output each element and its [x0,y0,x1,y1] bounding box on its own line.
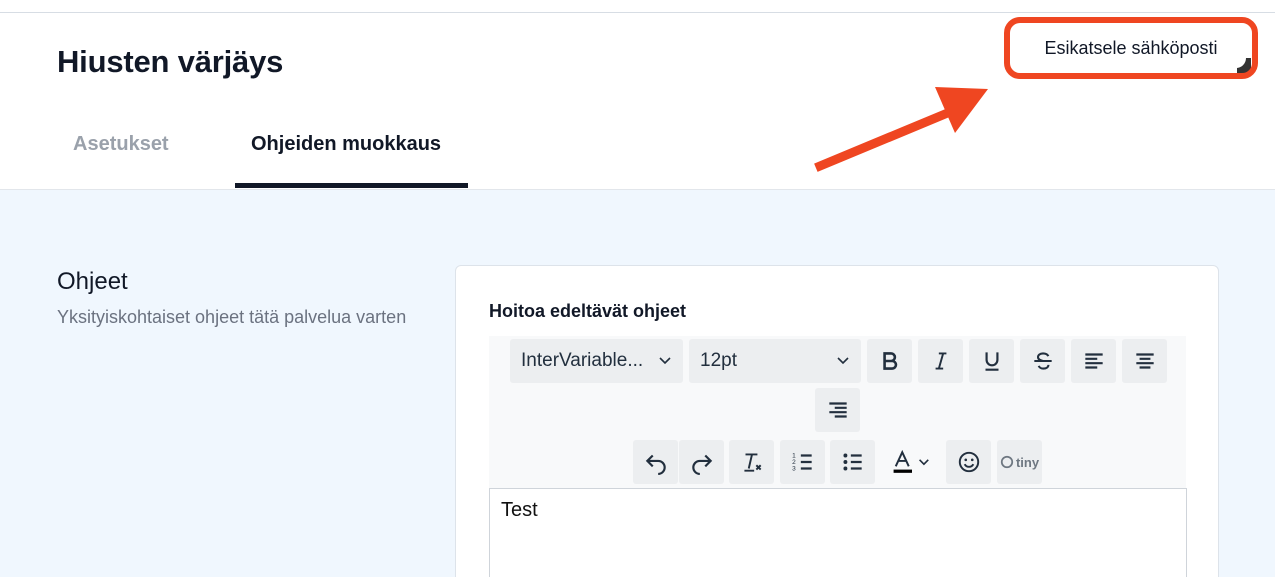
italic-button[interactable] [918,339,963,383]
content-area: Ohjeet Yksityiskohtaiset ohjeet tätä pal… [0,190,1275,577]
instructions-card: Hoitoa edeltävät ohjeet InterVariable...… [455,265,1219,577]
editor-toolbar: InterVariable... 12pt 1 2 3 tiny [489,336,1186,488]
font-family-value: InterVariable... [521,350,644,371]
tiny-logo-icon [1000,455,1014,469]
redo-icon [691,454,712,475]
undo-icon [645,454,666,475]
redo-button[interactable] [679,440,724,484]
chevron-down-icon [837,357,849,365]
text-color-icon [893,449,929,473]
align-left-button[interactable] [1071,339,1116,383]
tab-settings[interactable]: Asetukset [73,133,169,156]
section-title: Ohjeet [57,268,128,295]
bulleted-list-icon [842,453,862,471]
tiny-branding[interactable]: tiny [997,440,1042,484]
bold-icon [882,352,897,370]
editor-content-area[interactable]: Test [489,488,1187,577]
clear-formatting-icon [743,453,761,472]
section-description: Yksityiskohtaiset ohjeet tätä palvelua v… [57,307,407,327]
annotation-arrow-icon [814,87,988,172]
numbered-list-icon: 123 [792,453,812,473]
bulleted-list-button[interactable] [830,440,875,484]
clear-formatting-button[interactable] [729,440,774,484]
active-tab-indicator [235,183,468,188]
text-color-button[interactable] [881,440,943,484]
align-left-icon [1084,353,1103,369]
numbered-list-button[interactable]: 123 [780,440,825,484]
tiny-branding-label: tiny [1015,454,1040,470]
font-family-select[interactable]: InterVariable... [510,339,683,383]
emoji-button[interactable] [946,440,991,484]
align-right-button[interactable] [815,388,860,432]
align-right-icon [828,402,847,418]
underline-icon [985,352,998,371]
svg-text:3: 3 [792,466,796,473]
strikethrough-icon [1033,352,1052,370]
align-center-button[interactable] [1122,339,1167,383]
font-size-select[interactable]: 12pt [689,339,861,383]
tab-edit-instructions[interactable]: Ohjeiden muokkaus [251,133,441,156]
preview-email-button[interactable]: Esikatsele sähköposti [1016,28,1246,68]
italic-icon [935,352,946,370]
strikethrough-button[interactable] [1020,339,1065,383]
emoji-icon [958,451,979,473]
editor-label: Hoitoa edeltävät ohjeet [489,301,687,321]
undo-button[interactable] [633,440,678,484]
chevron-down-icon [659,357,671,365]
editor-text: Test [501,499,538,521]
font-size-value: 12pt [700,350,737,371]
underline-button[interactable] [969,339,1014,383]
align-center-icon [1135,353,1154,369]
page-title: Hiusten värjäys [57,44,284,79]
bold-button[interactable] [867,339,912,383]
